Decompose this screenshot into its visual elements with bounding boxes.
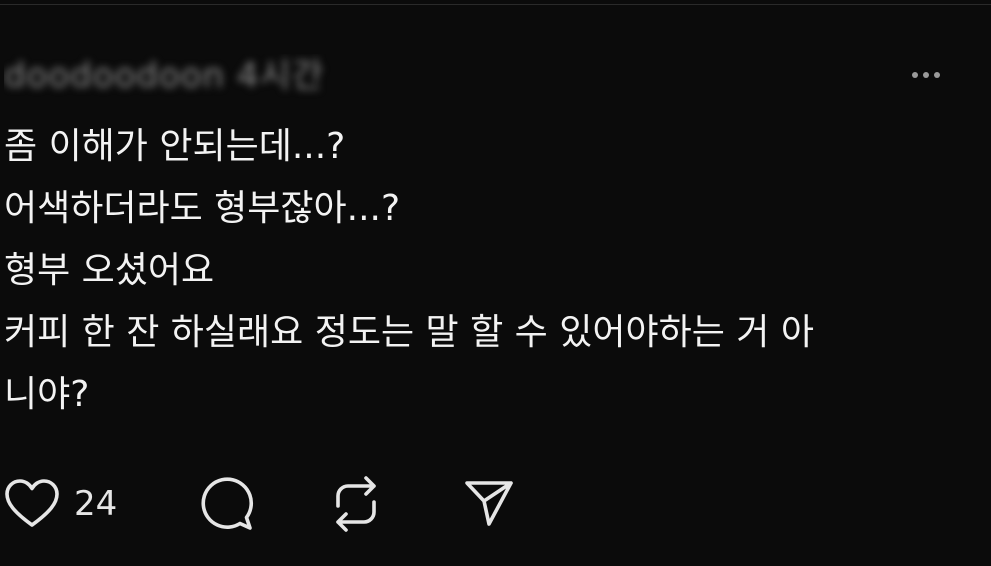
post-text-line: 커피 한 잔 하실래요 정도는 말 할 수 있어야하는 거 아 bbox=[4, 312, 814, 353]
comment-icon bbox=[201, 477, 254, 530]
post-header: doodoodoon 4시간 bbox=[0, 52, 991, 102]
post-body: 좀 이해가 안되는데...? 어색하더라도 형부잖아...? 형부 오셨어요 커… bbox=[4, 116, 964, 426]
more-dot-icon bbox=[923, 72, 929, 78]
author-name-text: doodoodoon 4시간 bbox=[4, 56, 325, 96]
more-dot-icon bbox=[912, 72, 918, 78]
like-button[interactable]: 24 bbox=[4, 474, 117, 534]
more-options-button[interactable] bbox=[898, 60, 954, 90]
post-actions-bar: 24 bbox=[0, 474, 991, 534]
more-dot-icon bbox=[934, 72, 940, 78]
repost-icon bbox=[336, 476, 376, 532]
like-count: 24 bbox=[74, 484, 118, 524]
post-text-line: 좀 이해가 안되는데...? bbox=[4, 126, 346, 167]
top-divider bbox=[0, 4, 991, 5]
author-name-blurred[interactable]: doodoodoon 4시간 bbox=[4, 54, 436, 102]
repost-button[interactable] bbox=[328, 474, 384, 534]
post-text-line: 니야? bbox=[4, 374, 90, 415]
heart-icon bbox=[5, 479, 59, 527]
post-text-line: 어색하더라도 형부잖아...? bbox=[4, 188, 401, 229]
reply-button[interactable] bbox=[196, 474, 254, 534]
share-button[interactable] bbox=[462, 474, 516, 534]
post-text-line: 형부 오셨어요 bbox=[4, 250, 215, 291]
share-icon bbox=[465, 481, 513, 526]
